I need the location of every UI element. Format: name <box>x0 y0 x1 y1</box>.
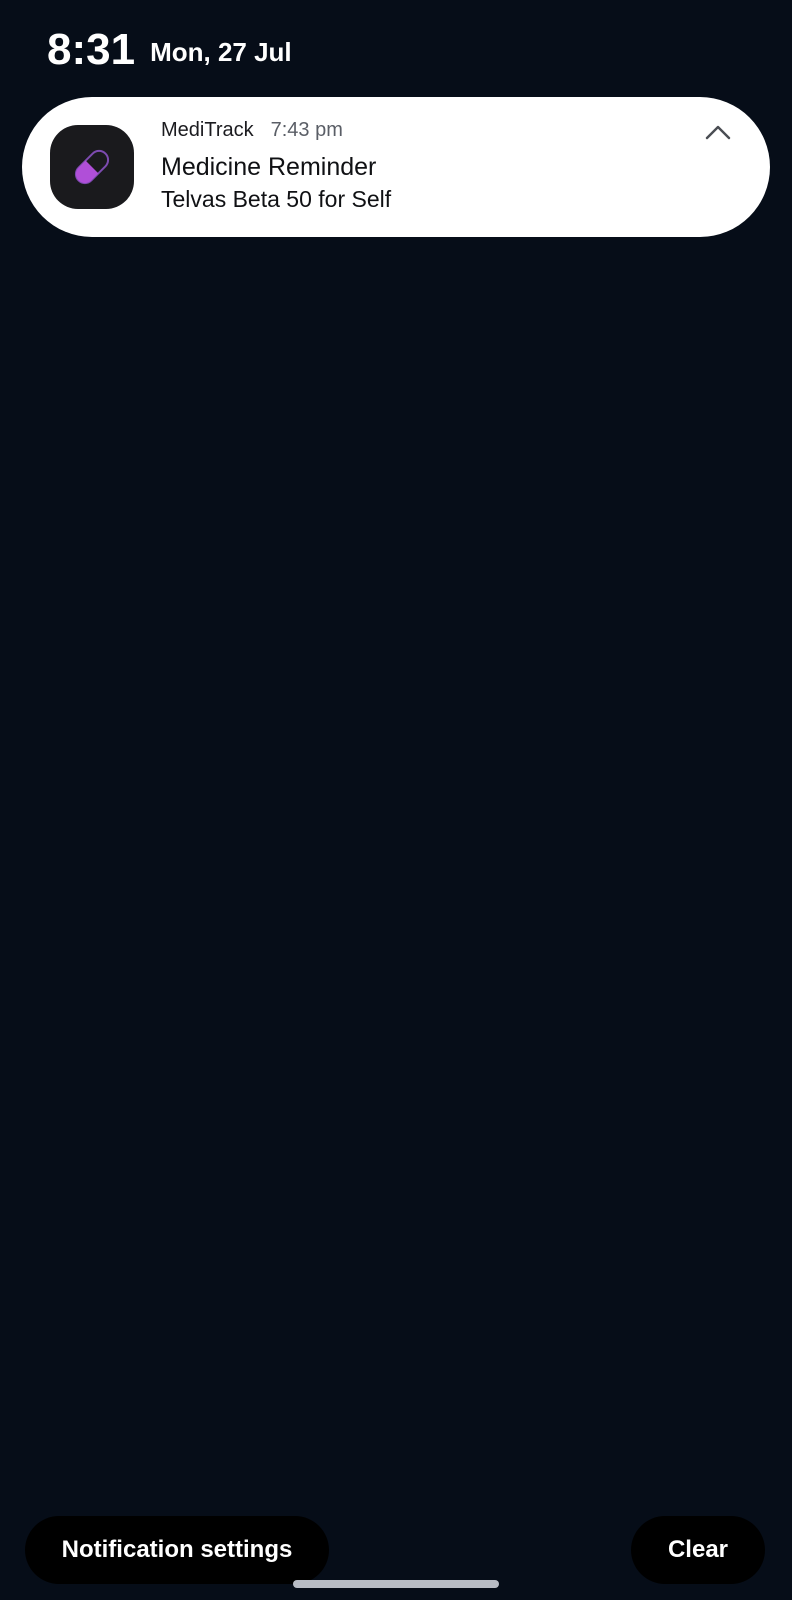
app-name: MediTrack <box>161 119 254 141</box>
chevron-up-icon[interactable] <box>700 119 736 145</box>
notification-title: Medicine Reminder <box>161 153 377 181</box>
notification-time: 7:43 pm <box>270 119 343 141</box>
clock: 8:31 <box>47 25 136 74</box>
clear-button[interactable]: Clear <box>631 1516 765 1584</box>
notification-shade: 8:31 Mon, 27 Jul MediTrack 7:43 pm Medic… <box>0 0 792 1600</box>
pill-icon <box>50 125 134 209</box>
notification-settings-button[interactable]: Notification settings <box>25 1516 329 1584</box>
notification-body: Telvas Beta 50 for Self <box>161 186 392 212</box>
notification-header: MediTrack 7:43 pm <box>161 119 343 142</box>
date: Mon, 27 Jul <box>150 36 292 67</box>
home-indicator[interactable] <box>293 1580 499 1588</box>
status-header: 8:31 Mon, 27 Jul <box>47 22 292 78</box>
notification-card[interactable]: MediTrack 7:43 pm Medicine Reminder Telv… <box>22 97 770 237</box>
